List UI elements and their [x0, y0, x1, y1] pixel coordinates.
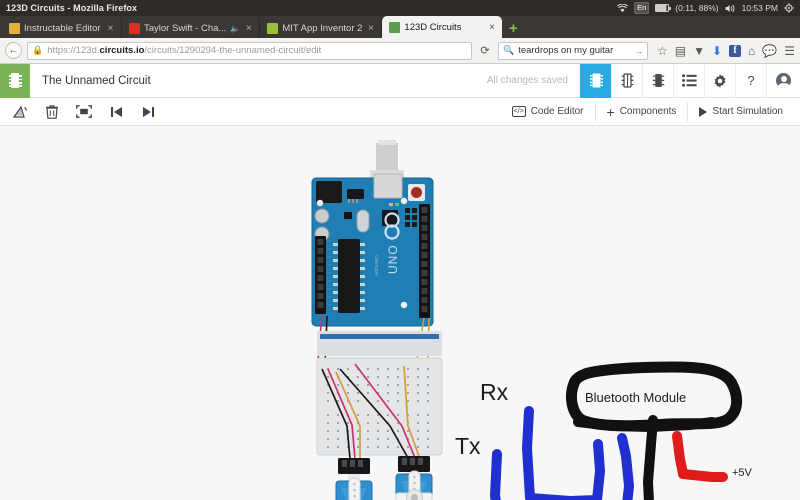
start-simulation-button[interactable]: Start Simulation — [687, 101, 794, 122]
circuit-canvas[interactable]: UNO ARDUINO Rx Tx Bluetooth Module +5V — [0, 126, 800, 500]
svg-text:ARDUINO: ARDUINO — [374, 255, 379, 276]
os-top-panel: 123D Circuits - Mozilla Firefox En (0:11… — [0, 0, 800, 16]
svg-text:UNO: UNO — [386, 244, 400, 274]
circuit-drawing: UNO ARDUINO — [311, 140, 743, 500]
search-icon: 🔍 — [502, 45, 515, 55]
label-tx: Tx — [455, 433, 481, 459]
user-avatar[interactable] — [766, 63, 800, 98]
label-rx: Rx — [480, 379, 509, 405]
annotation-module-underline — [573, 417, 717, 433]
system-indicators: En (0:11, 88%) 10:53 PM — [617, 2, 794, 14]
gear-icon[interactable] — [784, 3, 794, 13]
url-bar[interactable]: 🔒 https://123d.circuits.io/circuits/1290… — [27, 41, 472, 60]
app-header: The Unnamed Circuit All changes saved ? — [0, 63, 800, 98]
chat-icon[interactable]: 💬 — [762, 45, 777, 57]
play-icon — [699, 106, 708, 117]
fit-to-screen-button[interactable] — [68, 99, 100, 125]
reload-button[interactable]: ⟳ — [477, 44, 493, 57]
arduino-uno-board: UNO ARDUINO — [311, 173, 434, 327]
url-scheme: https://123d. — [47, 45, 100, 56]
lock-icon: 🔒 — [32, 45, 44, 55]
toolbar-left-group — [0, 99, 164, 125]
search-go-icon[interactable]: → — [634, 46, 643, 56]
keyboard-layout-indicator[interactable]: En — [634, 2, 650, 14]
tab-label: 123D Circuits — [404, 21, 462, 33]
tab-close-icon[interactable]: × — [244, 23, 253, 34]
browser-tab-taylor-swift[interactable]: Taylor Swift - Cha... 🔈 × — [122, 18, 261, 38]
pcb-view-icon[interactable] — [642, 63, 673, 98]
browser-action-icons: ☆ ▤ ▼ ⬇ f ⌂ 💬 ☰ — [653, 44, 795, 57]
components-list-icon[interactable] — [673, 63, 704, 98]
battery-status-label[interactable]: (0:11, 88%) — [675, 3, 718, 13]
volume-icon[interactable] — [725, 4, 736, 13]
label-plus-5v: +5V — [732, 467, 752, 479]
tab-label: Taylor Swift - Cha... — [144, 22, 227, 34]
avatar-glyph — [776, 73, 791, 88]
plus-icon: + — [606, 103, 615, 120]
delete-button[interactable] — [36, 99, 68, 125]
tab-label: MIT App Inventor 2 — [282, 22, 363, 34]
start-simulation-label: Start Simulation — [712, 106, 783, 117]
help-icon[interactable]: ? — [735, 63, 766, 98]
reader-icon[interactable]: ▤ — [675, 45, 686, 57]
tab-favicon-icon — [267, 22, 279, 34]
menu-icon[interactable]: ☰ — [784, 45, 795, 57]
settings-gear-icon[interactable] — [704, 63, 735, 98]
tab-label: Instructable Editor — [24, 22, 101, 34]
new-tab-button[interactable]: + — [502, 18, 524, 38]
app-logo[interactable] — [0, 63, 30, 98]
bookmark-star-icon[interactable]: ☆ — [657, 45, 668, 57]
usb-connector — [370, 140, 404, 179]
undo-button[interactable] — [100, 99, 132, 125]
window-title: 123D Circuits - Mozilla Firefox — [6, 3, 138, 13]
save-status-label: All changes saved — [486, 75, 568, 86]
annotation-tx-wire — [490, 433, 634, 500]
annotation-5v-wire — [672, 431, 728, 482]
tab-favicon-icon — [129, 22, 140, 34]
wifi-icon[interactable] — [617, 3, 629, 13]
home-icon[interactable]: ⌂ — [748, 45, 755, 57]
chip-icon — [8, 73, 22, 88]
tab-favicon-icon — [389, 21, 401, 33]
battery-icon[interactable] — [655, 4, 672, 12]
annotation-gnd-wire — [643, 415, 658, 500]
page-title[interactable]: The Unnamed Circuit — [30, 75, 487, 87]
breadboard-view-icon[interactable] — [580, 63, 611, 98]
code-editor-button[interactable]: </> Code Editor — [501, 102, 595, 122]
firefox-window: 123D Circuits - Mozilla Firefox En (0:11… — [0, 0, 800, 500]
header-view-icons: ? — [580, 63, 800, 98]
browser-tab-instructable[interactable]: Instructable Editor × — [2, 18, 122, 38]
url-path: /circuits/1290294-the-unnamed-circuit/ed… — [144, 45, 322, 56]
code-editor-label: Code Editor — [530, 106, 584, 117]
browser-tab-mit-app-inventor[interactable]: MIT App Inventor 2 × — [260, 18, 383, 38]
tab-close-icon[interactable]: × — [106, 23, 115, 34]
breadboard — [316, 331, 443, 456]
pocket-icon[interactable]: ▼ — [693, 45, 705, 57]
tab-strip: Instructable Editor × Taylor Swift - Cha… — [0, 16, 800, 38]
url-host: circuits.io — [99, 45, 145, 56]
back-button[interactable]: ← — [5, 42, 22, 59]
components-label: Components — [619, 106, 677, 117]
redo-button[interactable] — [132, 99, 164, 125]
label-bluetooth-module: Bluetooth Module — [585, 390, 687, 405]
toolbar-right-group: </> Code Editor + Components Start Simul… — [501, 101, 800, 122]
search-query-value: teardrops on my guitar — [518, 45, 614, 56]
browser-tab-123d-circuits[interactable]: 123D Circuits × — [382, 16, 503, 38]
editor-toolbar: </> Code Editor + Components Start Simul… — [0, 98, 800, 126]
code-icon: </> — [511, 106, 526, 117]
downloads-icon[interactable]: ⬇ — [712, 45, 722, 57]
tab-close-icon[interactable]: × — [487, 22, 496, 33]
rotate-button[interactable] — [4, 99, 36, 125]
servo-motor-right — [395, 456, 433, 500]
clock-label[interactable]: 10:53 PM — [742, 3, 778, 13]
navigation-toolbar: ← 🔒 https://123d.circuits.io/circuits/12… — [0, 38, 800, 64]
tab-audio-icon[interactable]: 🔈 — [230, 24, 240, 33]
facebook-icon[interactable]: f — [729, 44, 742, 57]
schematic-view-icon[interactable] — [611, 63, 642, 98]
search-input[interactable]: 🔍 teardrops on my guitar → — [497, 41, 648, 60]
components-button[interactable]: + Components — [594, 101, 688, 122]
tab-favicon-icon — [9, 22, 20, 34]
tab-close-icon[interactable]: × — [366, 23, 375, 34]
servo-motor-left — [335, 458, 373, 500]
